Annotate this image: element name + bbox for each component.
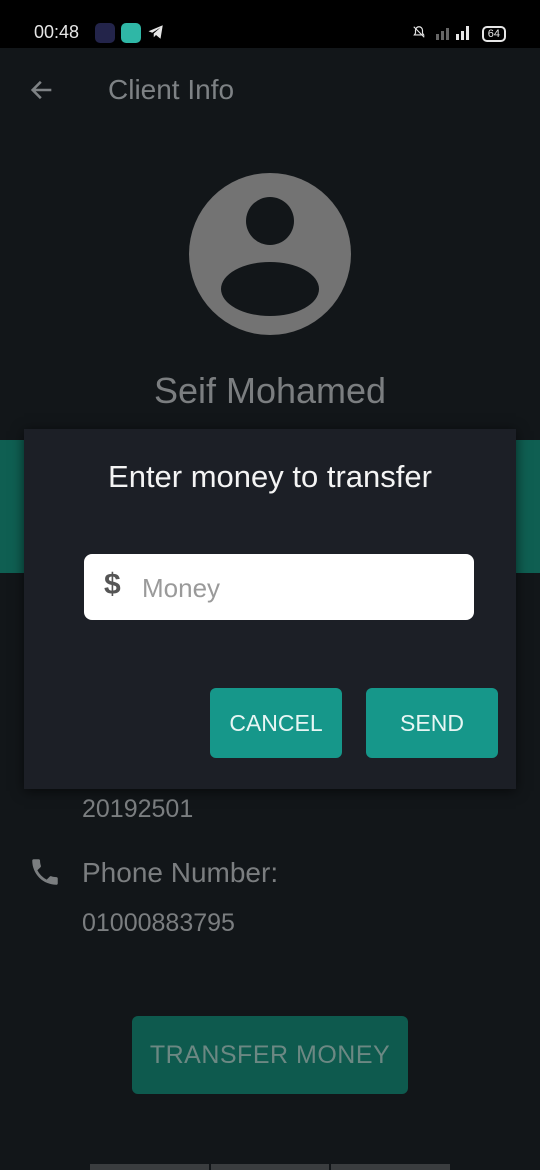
cancel-button[interactable]: CANCEL	[210, 688, 342, 758]
chat-notification-icon	[121, 23, 141, 43]
telegram-icon	[147, 23, 167, 43]
battery-icon: 64	[481, 25, 506, 42]
dialog-title: Enter money to transfer	[108, 459, 432, 494]
dollar-icon: $	[104, 568, 121, 601]
send-button[interactable]: SEND	[366, 688, 498, 758]
signal-icon	[434, 24, 474, 43]
mute-icon	[412, 24, 426, 43]
money-field[interactable]: $	[84, 554, 474, 620]
transfer-dialog: Enter money to transfer $ CANCEL SEND	[24, 429, 516, 789]
status-bar: 00:48 64	[0, 0, 540, 48]
app-notification-icon	[95, 23, 115, 43]
money-input[interactable]	[140, 566, 464, 610]
status-time: 00:48	[34, 22, 80, 42]
